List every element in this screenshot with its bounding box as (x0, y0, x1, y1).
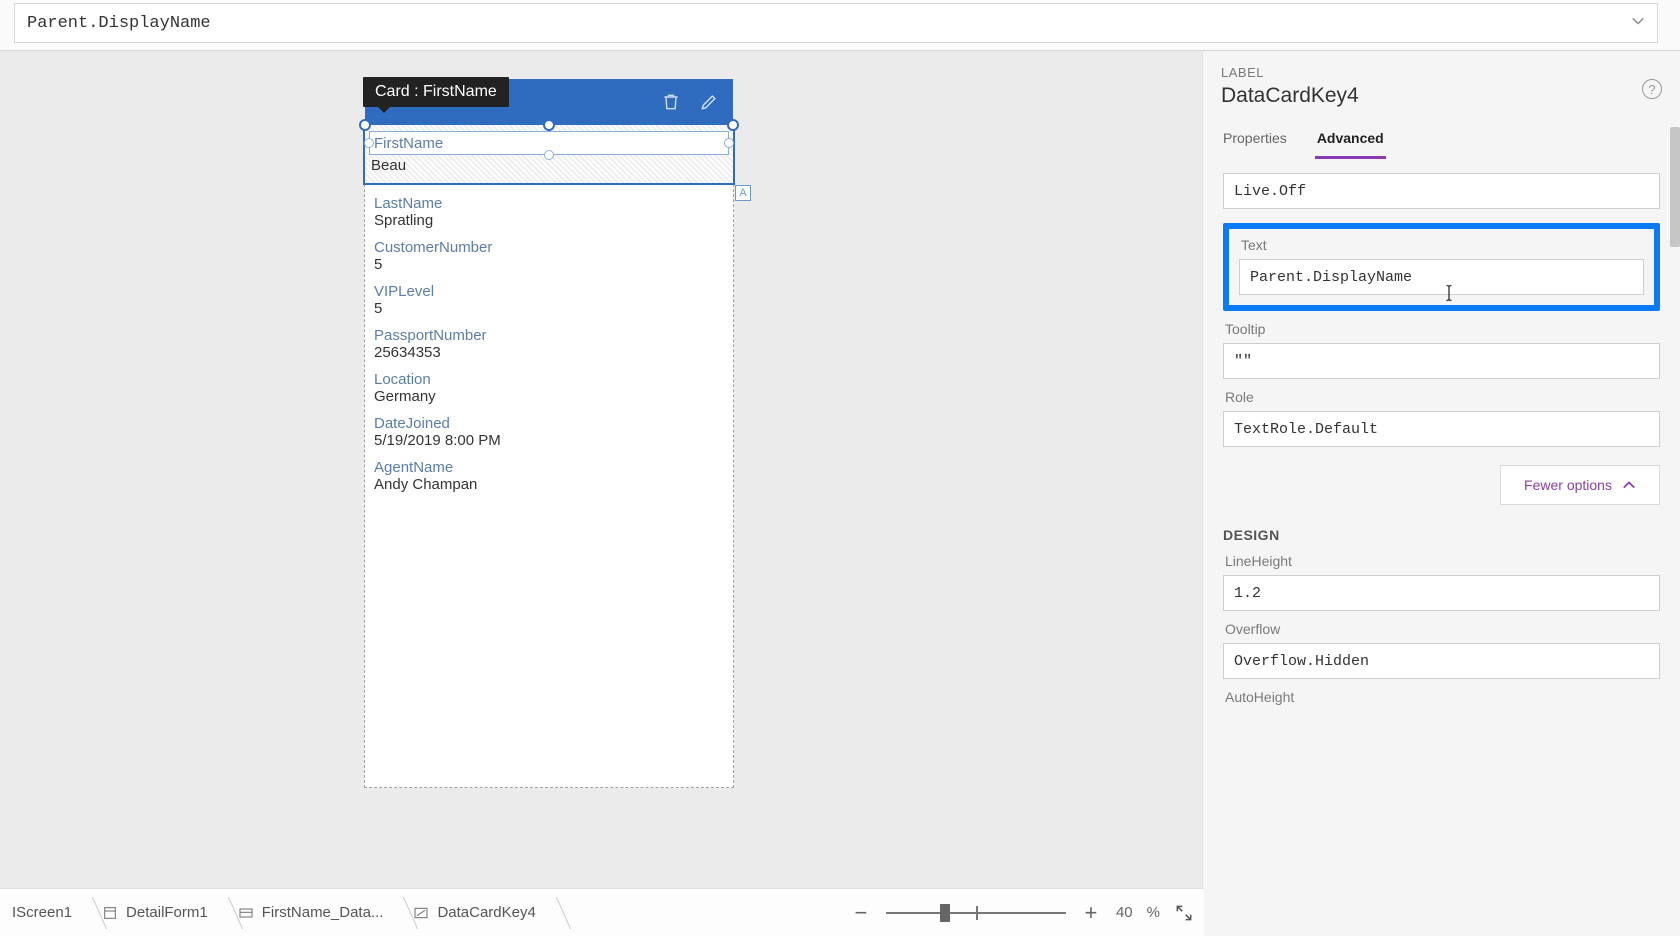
section-design: DESIGN (1223, 527, 1660, 543)
field-value: 5 (374, 256, 724, 273)
crumb-firstname-datacard[interactable]: FirstName_Data... (226, 889, 402, 936)
canvas-area[interactable]: Card : FirstName FirstName Beau A LastNa… (0, 50, 1204, 888)
field-viplevel[interactable]: VIPLevel 5 (371, 279, 727, 323)
prop-role-value[interactable]: TextRole.Default (1223, 411, 1660, 447)
card-icon (238, 905, 254, 921)
field-label: PassportNumber (374, 327, 724, 344)
zoom-controls: − + 40 % (850, 902, 1194, 924)
prop-text-value[interactable]: Parent.DisplayName (1239, 259, 1644, 295)
card-tooltip: Card : FirstName (363, 77, 509, 107)
formula-text: Parent.DisplayName (27, 14, 211, 33)
accessibility-badge[interactable]: A (735, 185, 751, 201)
selected-card-firstname[interactable]: FirstName Beau A (363, 123, 735, 185)
resize-handle[interactable] (724, 138, 734, 148)
field-label: CustomerNumber (374, 239, 724, 256)
prop-lineheight-label: LineHeight (1225, 553, 1658, 569)
zoom-percent: 40 (1116, 904, 1133, 921)
resize-handle[interactable] (543, 119, 555, 131)
prop-role-label: Role (1225, 389, 1658, 405)
prop-overflow-label: Overflow (1225, 621, 1658, 637)
properties-panel: ? LABEL DataCardKey4 Properties Advanced… (1202, 50, 1680, 936)
detail-form[interactable]: Card : FirstName FirstName Beau A LastNa… (364, 124, 734, 788)
label-icon (413, 905, 429, 921)
field-label: FirstName (374, 135, 443, 152)
zoom-in-button[interactable]: + (1080, 902, 1102, 924)
resize-handle[interactable] (544, 150, 554, 160)
panel-tabs: Properties Advanced (1203, 112, 1680, 159)
element-name: DataCardKey4 (1221, 84, 1662, 108)
help-icon[interactable]: ? (1642, 79, 1662, 99)
crumb-detailform[interactable]: DetailForm1 (90, 889, 226, 936)
field-customernumber[interactable]: CustomerNumber 5 (371, 235, 727, 279)
field-value: 25634353 (374, 344, 724, 361)
prop-tooltip-label: Tooltip (1225, 321, 1658, 337)
formula-bar[interactable]: Parent.DisplayName (14, 3, 1658, 43)
tab-advanced[interactable]: Advanced (1315, 124, 1386, 159)
resize-handle[interactable] (727, 119, 739, 131)
field-agentname[interactable]: AgentName Andy Champan (371, 455, 727, 499)
prop-live-value[interactable]: Live.Off (1223, 173, 1660, 209)
status-bar: IScreen1 DetailForm1 FirstName_Data... D… (0, 888, 1204, 936)
prop-overflow-value[interactable]: Overflow.Hidden (1223, 643, 1660, 679)
panel-scrollbar[interactable] (1670, 127, 1680, 247)
prop-lineheight-value[interactable]: 1.2 (1223, 575, 1660, 611)
field-value: Germany (374, 388, 724, 405)
zoom-out-button[interactable]: − (850, 902, 872, 924)
field-value: Andy Champan (374, 476, 724, 493)
element-type: LABEL (1221, 65, 1662, 80)
field-value: Beau (371, 157, 406, 174)
field-value: Spratling (374, 212, 724, 229)
chevron-up-icon (1622, 478, 1636, 492)
field-passportnumber[interactable]: PassportNumber 25634353 (371, 323, 727, 367)
field-datejoined[interactable]: DateJoined 5/19/2019 8:00 PM (371, 411, 727, 455)
edit-icon[interactable] (699, 92, 719, 112)
field-label: DateJoined (374, 415, 724, 432)
resize-handle[interactable] (359, 119, 371, 131)
zoom-slider-thumb[interactable] (940, 904, 950, 922)
formula-expand-icon[interactable] (1631, 14, 1645, 33)
field-lastname[interactable]: LastName Spratling (371, 191, 727, 235)
field-label: VIPLevel (374, 283, 724, 300)
field-label: LastName (374, 195, 724, 212)
zoom-percent-sign: % (1147, 904, 1160, 921)
prop-text-highlighted: Text Parent.DisplayName (1223, 223, 1660, 311)
crumb-datacardkey4[interactable]: DataCardKey4 (401, 889, 553, 936)
field-value: 5/19/2019 8:00 PM (374, 432, 724, 449)
field-label: AgentName (374, 459, 724, 476)
fullscreen-icon[interactable] (1174, 903, 1194, 923)
data-card-key[interactable]: FirstName (369, 131, 729, 155)
field-value: 5 (374, 300, 724, 317)
crumb-screen[interactable]: IScreen1 (0, 889, 90, 936)
trash-icon[interactable] (661, 92, 681, 112)
field-list: LastName Spratling CustomerNumber 5 VIPL… (371, 191, 727, 499)
zoom-slider[interactable] (886, 910, 1066, 916)
field-label: Location (374, 371, 724, 388)
form-icon (102, 905, 118, 921)
panel-body: Live.Off Text Parent.DisplayName Tooltip… (1203, 171, 1680, 936)
prop-text-label: Text (1241, 237, 1642, 253)
fewer-options-button[interactable]: Fewer options (1500, 465, 1660, 505)
resize-handle[interactable] (364, 138, 374, 148)
field-location[interactable]: Location Germany (371, 367, 727, 411)
prop-tooltip-value[interactable]: "" (1223, 343, 1660, 379)
tab-properties[interactable]: Properties (1221, 124, 1289, 159)
prop-autoheight-label: AutoHeight (1225, 689, 1658, 705)
